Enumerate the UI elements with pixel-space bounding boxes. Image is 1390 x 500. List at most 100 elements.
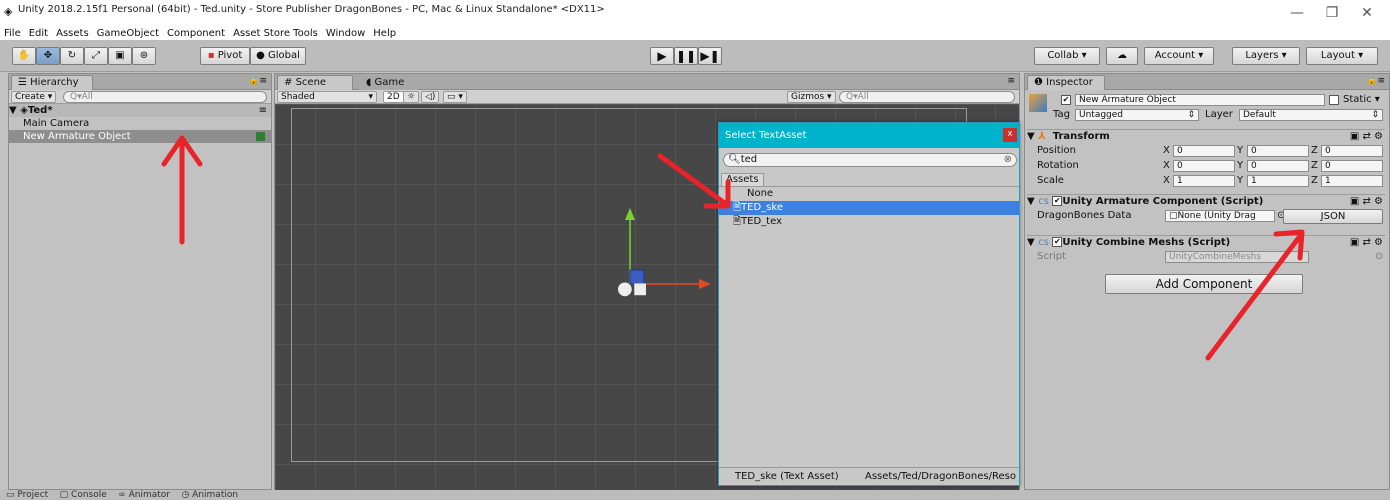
dialog-assets-tab[interactable]: Assets <box>721 173 764 186</box>
static-label[interactable]: Static ▾ <box>1343 94 1380 106</box>
component-settings-icon[interactable]: ▣ ⇄ ⚙ <box>1350 130 1383 144</box>
hierarchy-search-input[interactable]: Q▾All <box>63 91 267 103</box>
shading-dropdown[interactable]: Shaded ▾ <box>277 91 377 103</box>
hierarchy-item-main-camera[interactable]: Main Camera <box>9 117 271 130</box>
json-button[interactable]: JSON <box>1283 209 1383 224</box>
foldout-arrow-icon: ▼ <box>1027 196 1035 207</box>
component-settings-icon[interactable]: ▣ ⇄ ⚙ <box>1350 236 1383 250</box>
dragonbones-data-field[interactable]: ▢None (Unity Drag <box>1165 210 1275 222</box>
main-toolbar: ✋ ✥ ↻ ⤢ ▣ ⊛ ▪ Pivot ● Global ▶ ❚❚ ▶❚ Col… <box>0 40 1390 72</box>
hand-tool-icon[interactable]: ✋ <box>12 47 36 65</box>
dialog-search-input[interactable]: 🔍︎ted ⊗ <box>723 153 1017 167</box>
menu-edit[interactable]: Edit <box>25 27 52 40</box>
layer-label: Layer <box>1205 109 1233 120</box>
tag-value: Untagged <box>1079 110 1124 120</box>
position-y-field[interactable]: 0 <box>1247 145 1309 157</box>
layers-dropdown[interactable]: Layers ▾ <box>1232 47 1300 65</box>
move-tool-icon[interactable]: ✥ <box>36 47 60 65</box>
combine-enabled-checkbox[interactable]: ✔ <box>1052 237 1063 247</box>
collab-dropdown[interactable]: Collab ▾ <box>1034 47 1100 65</box>
component-settings-icon[interactable]: ▣ ⇄ ⚙ <box>1350 195 1383 209</box>
maximize-button[interactable]: ❐ <box>1317 3 1347 23</box>
static-checkbox[interactable] <box>1329 95 1339 105</box>
scene-panel-menu-icon[interactable]: ≡ <box>1007 76 1015 86</box>
rotation-label: Rotation <box>1037 160 1079 171</box>
tag-dropdown[interactable]: Untagged ⇕ <box>1075 109 1199 121</box>
tab-console[interactable]: ▢ Console <box>60 490 107 500</box>
asset-item-ted-ske[interactable]: 🗎TED_ske <box>719 201 1019 215</box>
step-button[interactable]: ▶❚ <box>698 47 722 65</box>
layer-value: Default <box>1243 110 1276 120</box>
scene-search-input[interactable]: Q▾All <box>839 91 1015 103</box>
scale-y-field[interactable]: 1 <box>1247 175 1309 187</box>
armature-component-header[interactable]: ▼ cs ✔ Unity Armature Component (Script) … <box>1027 194 1385 208</box>
dialog-close-button[interactable]: x <box>1003 128 1017 142</box>
tab-hierarchy[interactable]: ☰ Hierarchy <box>11 75 93 90</box>
pause-button[interactable]: ❚❚ <box>674 47 698 65</box>
2d-toggle[interactable]: 2D <box>383 91 404 103</box>
foldout-arrow-icon: ▼ <box>1027 131 1035 142</box>
cloud-button[interactable]: ☁ <box>1106 47 1138 65</box>
dialog-footer: TED_ske (Text Asset) Assets/Ted/DragonBo… <box>719 467 1019 485</box>
tab-animation[interactable]: ◷ Animation <box>181 490 238 500</box>
play-button[interactable]: ▶ <box>650 47 674 65</box>
minimize-button[interactable]: — <box>1282 3 1312 23</box>
rotate-tool-icon[interactable]: ↻ <box>60 47 84 65</box>
effects-dropdown-icon[interactable]: ▭ ▾ <box>443 91 467 103</box>
asset-item-none[interactable]: None <box>719 187 1019 201</box>
active-checkbox[interactable]: ✔ <box>1061 95 1071 105</box>
scale-z-field[interactable]: 1 <box>1321 175 1383 187</box>
close-window-button[interactable]: ✕ <box>1352 3 1382 23</box>
rect-tool-icon[interactable]: ▣ <box>108 47 132 65</box>
position-z-label: Z <box>1311 145 1318 156</box>
transform-tool-icon[interactable]: ⊛ <box>132 47 156 65</box>
menu-file[interactable]: File <box>0 27 25 40</box>
cloud-icon: ☁ <box>1117 50 1127 61</box>
scale-tool-icon[interactable]: ⤢ <box>84 47 108 65</box>
panel-menu-icon[interactable]: 🔒≡ <box>248 76 267 86</box>
menu-asset-store-tools[interactable]: Asset Store Tools <box>229 27 322 40</box>
animation-icon: ◷ <box>181 490 190 500</box>
menu-help[interactable]: Help <box>369 27 400 40</box>
object-name-field[interactable]: New Armature Object <box>1075 94 1325 106</box>
tab-game[interactable]: ◖ Game <box>359 75 419 90</box>
gizmos-dropdown[interactable]: Gizmos ▾ <box>787 91 836 103</box>
hierarchy-item-new-armature-object[interactable]: New Armature Object <box>9 130 271 143</box>
gameobject-cube-icon <box>1029 94 1047 112</box>
scene-root-row[interactable]: ▼ ◈Ted* ≡ <box>9 104 271 117</box>
create-dropdown[interactable]: Create ▾ <box>11 91 57 103</box>
inspector-tab-strip: ❶ Inspector 🔒≡ <box>1025 74 1389 90</box>
menu-assets[interactable]: Assets <box>52 27 93 40</box>
asset-item-ted-tex[interactable]: 🗎TED_tex <box>719 215 1019 229</box>
scene-menu-icon[interactable]: ≡ <box>259 104 267 117</box>
add-component-label: Add Component <box>1155 277 1253 291</box>
position-x-field[interactable]: 0 <box>1173 145 1235 157</box>
menu-component[interactable]: Component <box>163 27 229 40</box>
layout-dropdown[interactable]: Layout ▾ <box>1306 47 1378 65</box>
combine-meshs-header[interactable]: ▼ cs ✔ Unity Combine Meshs (Script) ▣ ⇄ ⚙ <box>1027 235 1385 249</box>
layer-dropdown[interactable]: Default ⇕ <box>1239 109 1383 121</box>
account-dropdown[interactable]: Account ▾ <box>1144 47 1214 65</box>
clear-search-icon[interactable]: ⊗ <box>1004 154 1012 166</box>
tab-inspector[interactable]: ❶ Inspector <box>1027 75 1105 90</box>
tab-animator[interactable]: ∞ Animator <box>118 490 170 500</box>
dragonbones-data-value: None (Unity Drag <box>1177 211 1256 221</box>
menu-window[interactable]: Window <box>322 27 369 40</box>
rotation-y-field[interactable]: 0 <box>1247 160 1309 172</box>
rotation-z-field[interactable]: 0 <box>1321 160 1383 172</box>
audio-toggle-icon[interactable]: ◁) <box>421 91 440 103</box>
inspector-menu-icon[interactable]: 🔒≡ <box>1366 76 1385 86</box>
add-component-button[interactable]: Add Component <box>1105 274 1303 294</box>
pivot-toggle[interactable]: ▪ Pivot <box>200 47 250 65</box>
transform-header[interactable]: ▼ ⅄ Transform ▣ ⇄ ⚙ <box>1027 129 1385 143</box>
menu-gameobject[interactable]: GameObject <box>93 27 163 40</box>
rotation-x-field[interactable]: 0 <box>1173 160 1235 172</box>
lighting-toggle-icon[interactable]: ☼ <box>403 91 420 103</box>
global-toggle[interactable]: ● Global <box>250 47 306 65</box>
armature-enabled-checkbox[interactable]: ✔ <box>1052 196 1063 206</box>
unity-scene-icon: ◈ <box>20 105 28 116</box>
tab-project[interactable]: ▭ Project <box>6 490 48 500</box>
tab-scene[interactable]: # Scene <box>277 75 353 90</box>
position-z-field[interactable]: 0 <box>1321 145 1383 157</box>
scale-x-field[interactable]: 1 <box>1173 175 1235 187</box>
